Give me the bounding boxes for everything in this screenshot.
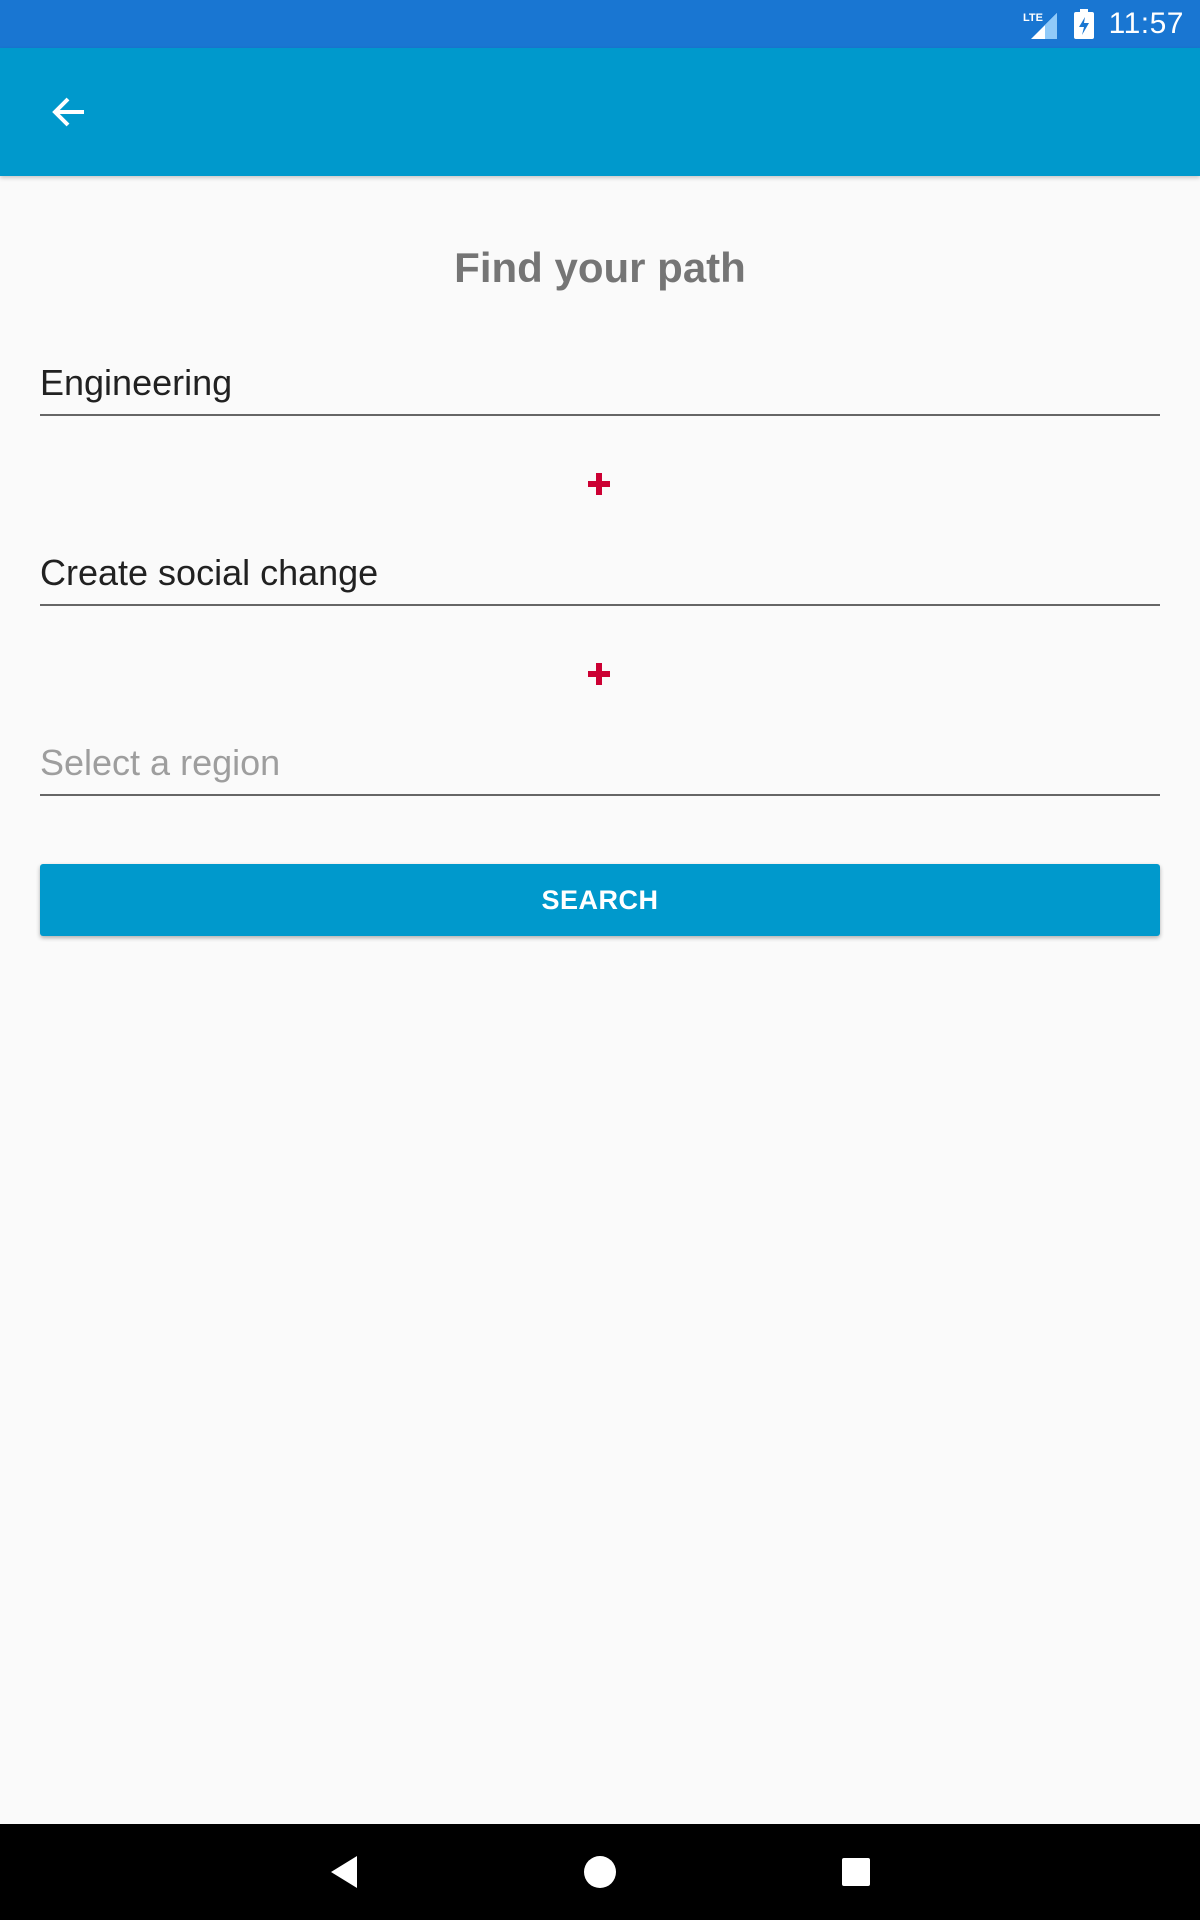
nav-recents-icon	[842, 1858, 870, 1886]
field-interest[interactable]: Engineering	[40, 352, 1160, 416]
nav-back-icon	[331, 1856, 357, 1888]
region-field[interactable]: Select a region	[40, 732, 1160, 796]
plus-icon	[575, 650, 623, 698]
nav-home-icon	[584, 1856, 616, 1888]
status-time: 11:57	[1108, 7, 1184, 40]
nav-back-button[interactable]	[320, 1848, 368, 1896]
search-button[interactable]: SEARCH	[40, 864, 1160, 936]
page-title: Find your path	[454, 244, 746, 291]
status-bar: LTE 11:57	[0, 0, 1200, 48]
network-type-label: LTE	[1023, 12, 1043, 24]
system-nav-bar	[0, 1824, 1200, 1920]
battery-charging-icon	[1073, 9, 1095, 39]
field-interest-value: Engineering	[40, 362, 233, 403]
app-bar	[0, 48, 1200, 176]
nav-home-button[interactable]	[576, 1848, 624, 1896]
back-button[interactable]	[40, 82, 100, 142]
plus-icon	[575, 460, 623, 508]
region-field-placeholder: Select a region	[40, 742, 281, 783]
signal-icon: LTE	[1023, 9, 1059, 39]
field-goal-value: Create social change	[40, 552, 379, 593]
nav-recents-button[interactable]	[832, 1848, 880, 1896]
arrow-back-icon	[52, 97, 84, 127]
field-goal[interactable]: Create social change	[40, 542, 1160, 606]
